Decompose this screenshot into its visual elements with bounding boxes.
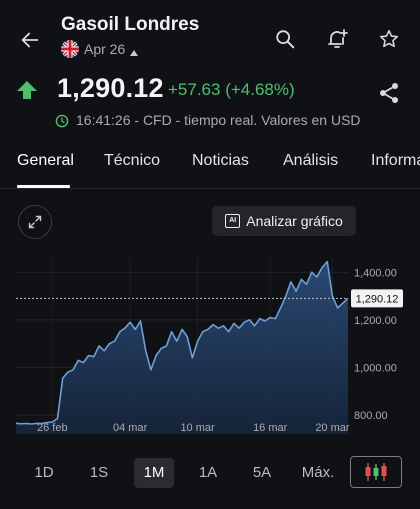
search-icon [276,30,295,49]
tab-analisis[interactable]: Análisis [283,152,338,170]
x-tick-label: 10 mar [180,422,215,434]
range-1s[interactable]: 1S [80,458,118,488]
share-button[interactable] [374,78,404,108]
tab-noticias[interactable]: Noticias [192,152,249,170]
expand-icon [28,215,42,229]
range-1m[interactable]: 1M [134,458,174,488]
analyze-chart-button[interactable]: AI Analizar gráfico [212,206,356,236]
arrow-up-icon [16,80,38,100]
range-1a[interactable]: 1A [189,458,227,488]
candlestick-icon [365,463,387,481]
tab-divider [0,188,420,189]
range-5a[interactable]: 5A [243,458,281,488]
analyze-chart-label: Analizar gráfico [246,213,343,229]
clock-icon [55,114,69,128]
y-tick-label: 800.00 [354,410,388,422]
x-tick-label: 16 mar [253,422,288,434]
price-chart[interactable]: 800.00 1,000.00 1,200.00 1,400.00 26 feb 04 … [0,250,420,440]
add-alert-button[interactable] [322,24,352,54]
star-icon [379,29,399,48]
y-tick-label: 1,400.00 [354,267,397,279]
x-tick-label: 26 feb [37,422,68,434]
x-tick-label: 20 mar [315,422,350,434]
expand-chart-button[interactable] [18,205,52,239]
tab-general[interactable]: General [17,152,74,170]
back-button[interactable] [14,24,46,56]
watchlist-star-button[interactable] [374,24,404,54]
uk-flag-icon [61,40,79,58]
arrow-left-icon [21,32,39,48]
current-price-tag-label: 1,290.12 [356,293,399,305]
x-tick-label: 04 mar [113,422,148,434]
price-change: +57.63 (+4.68%) [168,80,295,99]
search-button[interactable] [270,24,300,54]
last-price: 1,290.12 [57,73,164,103]
ai-icon: AI [225,214,241,228]
date-caret-icon[interactable] [130,50,138,56]
add-alert-icon [328,29,348,48]
session-date: Apr 26 [84,41,126,57]
share-icon [380,83,398,103]
tab-tecnico[interactable]: Técnico [104,152,160,170]
chart-type-button[interactable] [350,456,402,488]
range-max[interactable]: Máx. [296,458,340,488]
y-tick-label: 1,000.00 [354,362,397,374]
tab-informacion[interactable]: Informa [371,152,420,170]
quote-meta: 16:41:26 - CFD - tiempo real. Valores en… [76,112,361,128]
instrument-title: Gasoil Londres [61,14,200,35]
range-1d[interactable]: 1D [25,458,63,488]
y-tick-label: 1,200.00 [354,315,397,327]
